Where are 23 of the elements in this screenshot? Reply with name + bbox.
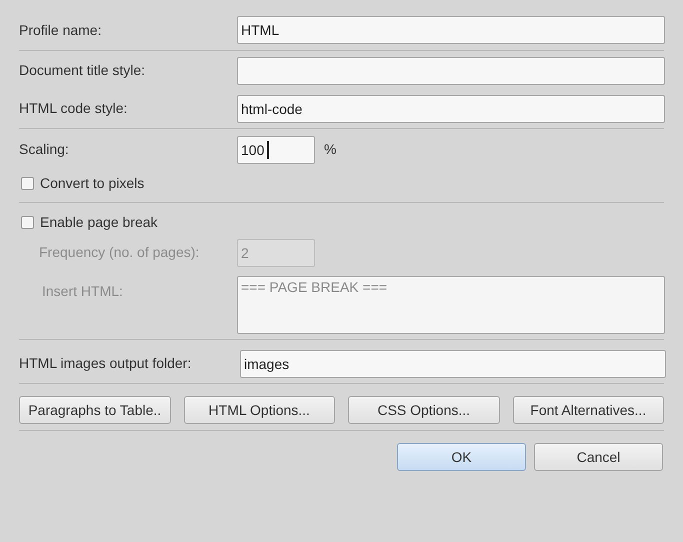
checkbox[interactable] [21,176,34,190]
style-field[interactable]: html-code [237,94,665,122]
field-label: Profile name: [19,20,102,40]
dialog-button[interactable]: OK [397,443,526,471]
checkbox[interactable] [21,216,34,228]
field-label: Scaling: [19,140,70,159]
profile-name-field[interactable]: HTML [237,16,665,44]
option-button[interactable]: Paragraphs to Table.. [19,396,170,424]
field-label: Insert HTML: [42,282,124,301]
option-button[interactable]: CSS Options... [348,396,500,424]
images-folder-field[interactable]: images [240,350,666,378]
checkbox-label[interactable]: Enable page break [40,212,158,232]
field-label: HTML code style: [19,99,128,118]
unit-label: % [324,140,336,159]
dialog-button[interactable]: Cancel [534,443,663,471]
field-label: HTML images output folder: [19,354,192,373]
option-button[interactable]: Font Alternatives... [512,396,664,424]
field-label: Frequency (no. of pages): [39,243,200,262]
style-field[interactable] [237,56,665,84]
checkbox-label[interactable]: Convert to pixels [40,172,144,194]
scaling-field[interactable]: 100 [237,136,315,164]
field-label: Document title style: [19,61,146,80]
option-button[interactable]: HTML Options... [184,396,335,424]
